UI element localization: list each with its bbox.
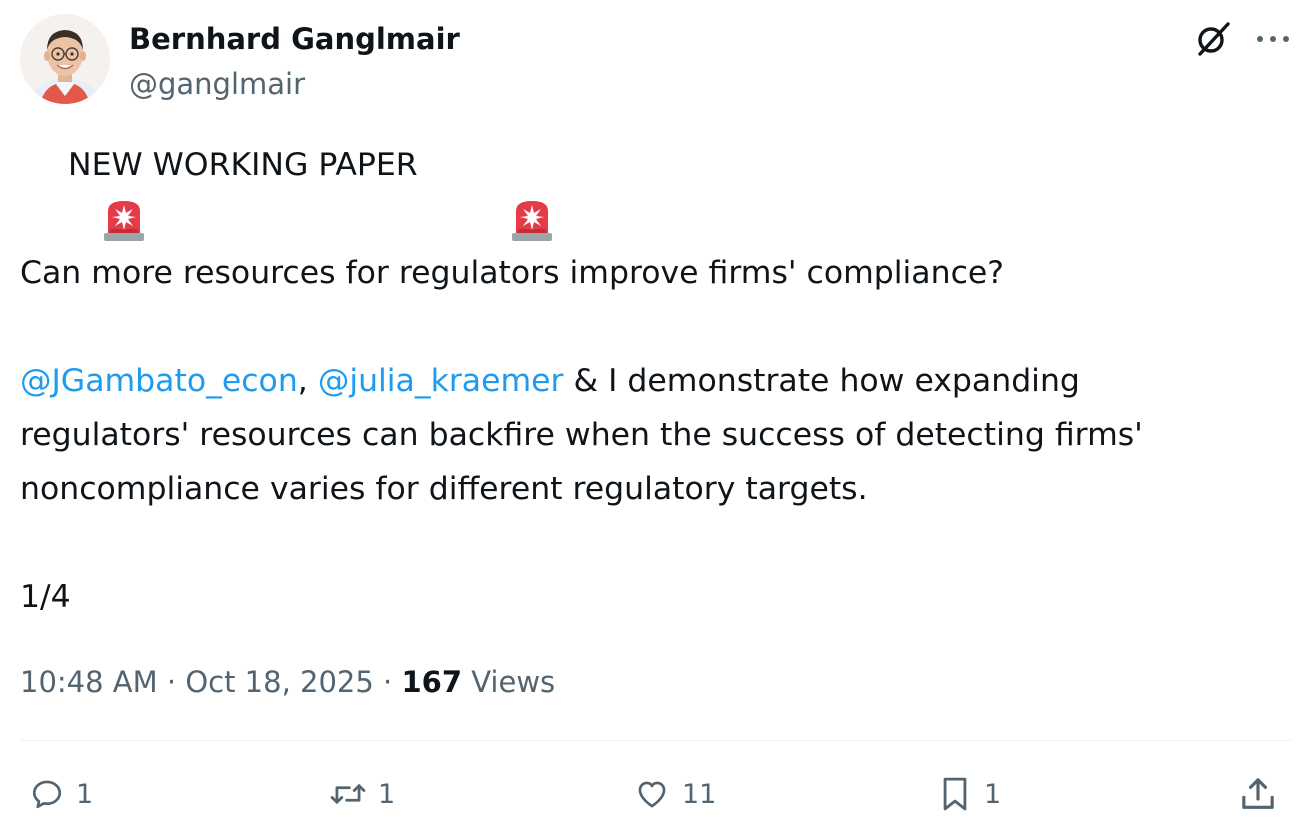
views-label: Views bbox=[471, 665, 556, 699]
mentions-line: @JGambato_econ, @julia_kraemer & I demon… bbox=[20, 354, 1295, 408]
question-line: Can more resources for regulators improv… bbox=[20, 255, 1004, 291]
body-line: noncompliance varies for different regul… bbox=[20, 471, 868, 507]
tweet: Bernhard Ganglmair @ganglmair NEW WORKIN… bbox=[0, 0, 1313, 830]
tweet-text: NEW WORKING PAPER Can more resources for… bbox=[20, 138, 1295, 624]
mention-link[interactable]: @JGambato_econ bbox=[20, 354, 298, 408]
bookmark-icon bbox=[943, 777, 967, 811]
reply-button[interactable]: 1 bbox=[30, 768, 93, 820]
meta-separator: · bbox=[373, 665, 402, 699]
police-car-light-emoji bbox=[428, 141, 552, 241]
avatar[interactable] bbox=[20, 14, 110, 104]
thread-marker: 1/4 bbox=[20, 579, 71, 615]
author-name[interactable]: Bernhard Ganglmair bbox=[129, 19, 460, 59]
meta-separator: · bbox=[157, 665, 186, 699]
headline-text: NEW WORKING PAPER bbox=[68, 147, 428, 183]
mention-separator: , bbox=[297, 363, 318, 399]
more-options-button[interactable] bbox=[1250, 16, 1296, 62]
bookmark-button[interactable]: 1 bbox=[938, 768, 1001, 820]
repost-count: 1 bbox=[378, 778, 396, 810]
tweet-time[interactable]: 10:48 AM bbox=[20, 665, 158, 699]
author-handle[interactable]: @ganglmair bbox=[129, 64, 305, 104]
grok-icon bbox=[1198, 22, 1230, 56]
avatar-image bbox=[20, 14, 110, 104]
share-icon bbox=[1242, 778, 1274, 809]
repost-icon bbox=[330, 784, 366, 804]
grok-button[interactable] bbox=[1190, 16, 1236, 62]
headline-line: NEW WORKING PAPER bbox=[20, 138, 1295, 241]
like-count: 11 bbox=[682, 778, 717, 810]
police-car-light-emoji bbox=[20, 141, 145, 241]
reply-icon bbox=[32, 780, 62, 809]
tweet-meta: 10:48 AM · Oct 18, 2025 · 167 Views bbox=[20, 660, 555, 704]
body-text: & I demonstrate how expanding bbox=[563, 363, 1080, 399]
divider bbox=[20, 740, 1293, 741]
views-count: 167 bbox=[401, 665, 463, 699]
tweet-date[interactable]: Oct 18, 2025 bbox=[185, 665, 374, 699]
like-button[interactable]: 11 bbox=[634, 768, 716, 820]
body-line: regulators' resources can backfire when … bbox=[20, 417, 1143, 453]
mention-link[interactable]: @julia_kraemer bbox=[318, 354, 564, 408]
repost-button[interactable]: 1 bbox=[330, 768, 395, 820]
bookmark-count: 1 bbox=[984, 778, 1002, 810]
share-button[interactable] bbox=[1238, 768, 1278, 820]
more-icon bbox=[1257, 36, 1289, 42]
reply-count: 1 bbox=[76, 778, 94, 810]
heart-icon bbox=[638, 781, 666, 808]
